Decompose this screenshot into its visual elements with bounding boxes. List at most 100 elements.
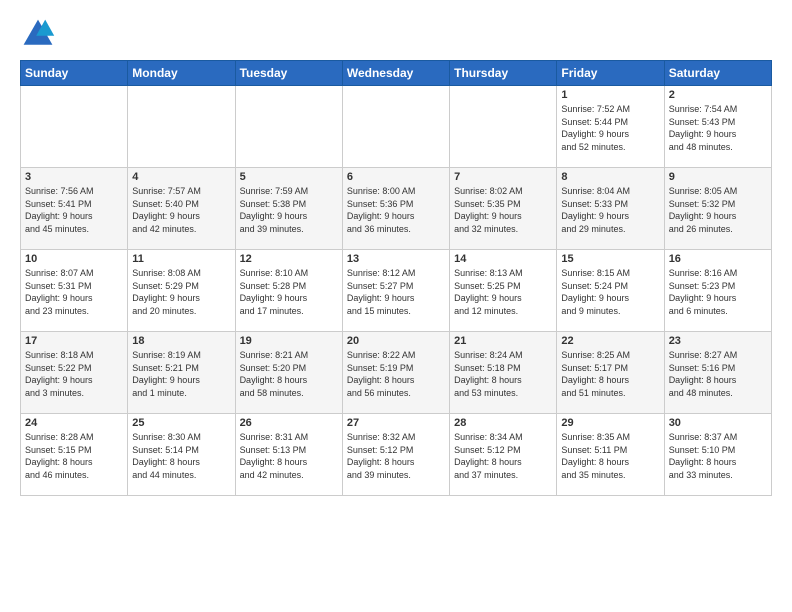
- calendar-cell: 25Sunrise: 8:30 AMSunset: 5:14 PMDayligh…: [128, 414, 235, 496]
- day-info: Sunrise: 8:31 AMSunset: 5:13 PMDaylight:…: [240, 431, 338, 481]
- day-info: Sunrise: 8:37 AMSunset: 5:10 PMDaylight:…: [669, 431, 767, 481]
- day-number: 29: [561, 417, 659, 429]
- calendar-cell: 2 Sunrise: 7:54 AMSunset: 5:43 PMDaylight…: [664, 86, 771, 168]
- calendar-cell: [342, 86, 449, 168]
- calendar-day-header: Wednesday: [342, 61, 449, 86]
- logo: [20, 16, 62, 52]
- calendar-cell: 17 Sunrise: 8:18 AMSunset: 5:22 PMDayligh…: [21, 332, 128, 414]
- calendar-day-header: Sunday: [21, 61, 128, 86]
- calendar-cell: 22 Sunrise: 8:25 AMSunset: 5:17 PMDayligh…: [557, 332, 664, 414]
- page: SundayMondayTuesdayWednesdayThursdayFrid…: [0, 0, 792, 612]
- day-info: Sunrise: 8:02 AMSunset: 5:35 PMDaylight:…: [454, 185, 552, 235]
- calendar-cell: 8 Sunrise: 8:04 AMSunset: 5:33 PMDaylight…: [557, 168, 664, 250]
- day-info: Sunrise: 8:34 AMSunset: 5:12 PMDaylight:…: [454, 431, 552, 481]
- day-info: Sunrise: 8:18 AMSunset: 5:22 PMDaylight:…: [25, 349, 123, 399]
- day-info: Sunrise: 8:24 AMSunset: 5:18 PMDaylight:…: [454, 349, 552, 399]
- day-info: Sunrise: 8:22 AMSunset: 5:19 PMDaylight:…: [347, 349, 445, 399]
- calendar-cell: 5 Sunrise: 7:59 AMSunset: 5:38 PMDaylight…: [235, 168, 342, 250]
- day-info: Sunrise: 8:10 AMSunset: 5:28 PMDaylight:…: [240, 267, 338, 317]
- day-number: 8: [561, 171, 659, 183]
- calendar-cell: 6 Sunrise: 8:00 AMSunset: 5:36 PMDaylight…: [342, 168, 449, 250]
- day-number: 22: [561, 335, 659, 347]
- day-number: 19: [240, 335, 338, 347]
- day-number: 23: [669, 335, 767, 347]
- day-number: 26: [240, 417, 338, 429]
- day-number: 10: [25, 253, 123, 265]
- calendar-header-row: SundayMondayTuesdayWednesdayThursdayFrid…: [21, 61, 772, 86]
- calendar-cell: 19 Sunrise: 8:21 AMSunset: 5:20 PMDayligh…: [235, 332, 342, 414]
- calendar-cell: 28 Sunrise: 8:34 AMSunset: 5:12 PMDayligh…: [450, 414, 557, 496]
- day-info: Sunrise: 7:56 AMSunset: 5:41 PMDaylight:…: [25, 185, 123, 235]
- day-number: 16: [669, 253, 767, 265]
- day-info: Sunrise: 8:08 AMSunset: 5:29 PMDaylight:…: [132, 267, 230, 317]
- day-number: 30: [669, 417, 767, 429]
- calendar-cell: [128, 86, 235, 168]
- day-number: 18: [132, 335, 230, 347]
- calendar-cell: 21 Sunrise: 8:24 AMSunset: 5:18 PMDayligh…: [450, 332, 557, 414]
- calendar-cell: 9 Sunrise: 8:05 AMSunset: 5:32 PMDaylight…: [664, 168, 771, 250]
- day-info: Sunrise: 8:12 AMSunset: 5:27 PMDaylight:…: [347, 267, 445, 317]
- calendar-day-header: Saturday: [664, 61, 771, 86]
- day-info: Sunrise: 8:21 AMSunset: 5:20 PMDaylight:…: [240, 349, 338, 399]
- calendar-cell: 7 Sunrise: 8:02 AMSunset: 5:35 PMDaylight…: [450, 168, 557, 250]
- calendar-cell: 23 Sunrise: 8:27 AMSunset: 5:16 PMDayligh…: [664, 332, 771, 414]
- day-number: 11: [132, 253, 230, 265]
- day-info: Sunrise: 7:54 AMSunset: 5:43 PMDaylight:…: [669, 103, 767, 153]
- calendar-cell: 11 Sunrise: 8:08 AMSunset: 5:29 PMDayligh…: [128, 250, 235, 332]
- day-info: Sunrise: 8:35 AMSunset: 5:11 PMDaylight:…: [561, 431, 659, 481]
- day-number: 24: [25, 417, 123, 429]
- day-info: Sunrise: 8:16 AMSunset: 5:23 PMDaylight:…: [669, 267, 767, 317]
- calendar-day-header: Thursday: [450, 61, 557, 86]
- calendar-cell: 15Sunrise: 8:15 AMSunset: 5:24 PMDayligh…: [557, 250, 664, 332]
- calendar-cell: 4Sunrise: 7:57 AMSunset: 5:40 PMDaylight…: [128, 168, 235, 250]
- calendar-cell: 26 Sunrise: 8:31 AMSunset: 5:13 PMDayligh…: [235, 414, 342, 496]
- calendar-day-header: Tuesday: [235, 61, 342, 86]
- calendar-day-header: Friday: [557, 61, 664, 86]
- calendar-cell: 24 Sunrise: 8:28 AMSunset: 5:15 PMDayligh…: [21, 414, 128, 496]
- day-number: 1: [561, 89, 659, 101]
- day-number: 4: [132, 171, 230, 183]
- calendar-cell: 1 Sunrise: 7:52 AMSunset: 5:44 PMDaylight…: [557, 86, 664, 168]
- day-info: Sunrise: 8:19 AMSunset: 5:21 PMDaylight:…: [132, 349, 230, 399]
- calendar-table: SundayMondayTuesdayWednesdayThursdayFrid…: [20, 60, 772, 496]
- day-number: 21: [454, 335, 552, 347]
- calendar-cell: 18 Sunrise: 8:19 AMSunset: 5:21 PMDayligh…: [128, 332, 235, 414]
- day-number: 15: [561, 253, 659, 265]
- day-info: Sunrise: 8:28 AMSunset: 5:15 PMDaylight:…: [25, 431, 123, 481]
- header: [20, 16, 772, 52]
- day-info: Sunrise: 7:59 AMSunset: 5:38 PMDaylight:…: [240, 185, 338, 235]
- calendar-week-row: 24 Sunrise: 8:28 AMSunset: 5:15 PMDayligh…: [21, 414, 772, 496]
- day-number: 6: [347, 171, 445, 183]
- day-number: 14: [454, 253, 552, 265]
- day-info: Sunrise: 7:52 AMSunset: 5:44 PMDaylight:…: [561, 103, 659, 153]
- calendar-week-row: 1 Sunrise: 7:52 AMSunset: 5:44 PMDaylight…: [21, 86, 772, 168]
- day-number: 27: [347, 417, 445, 429]
- calendar-week-row: 17 Sunrise: 8:18 AMSunset: 5:22 PMDayligh…: [21, 332, 772, 414]
- day-info: Sunrise: 8:32 AMSunset: 5:12 PMDaylight:…: [347, 431, 445, 481]
- calendar-cell: [21, 86, 128, 168]
- day-number: 5: [240, 171, 338, 183]
- day-number: 13: [347, 253, 445, 265]
- calendar-cell: 29 Sunrise: 8:35 AMSunset: 5:11 PMDayligh…: [557, 414, 664, 496]
- day-number: 7: [454, 171, 552, 183]
- day-number: 28: [454, 417, 552, 429]
- day-number: 2: [669, 89, 767, 101]
- day-info: Sunrise: 8:25 AMSunset: 5:17 PMDaylight:…: [561, 349, 659, 399]
- day-info: Sunrise: 8:00 AMSunset: 5:36 PMDaylight:…: [347, 185, 445, 235]
- day-number: 17: [25, 335, 123, 347]
- day-info: Sunrise: 8:05 AMSunset: 5:32 PMDaylight:…: [669, 185, 767, 235]
- day-info: Sunrise: 8:04 AMSunset: 5:33 PMDaylight:…: [561, 185, 659, 235]
- calendar-day-header: Monday: [128, 61, 235, 86]
- day-info: Sunrise: 8:07 AMSunset: 5:31 PMDaylight:…: [25, 267, 123, 317]
- day-number: 9: [669, 171, 767, 183]
- calendar-cell: 16 Sunrise: 8:16 AMSunset: 5:23 PMDayligh…: [664, 250, 771, 332]
- day-info: Sunrise: 8:13 AMSunset: 5:25 PMDaylight:…: [454, 267, 552, 317]
- day-info: Sunrise: 8:27 AMSunset: 5:16 PMDaylight:…: [669, 349, 767, 399]
- calendar-cell: 12 Sunrise: 8:10 AMSunset: 5:28 PMDayligh…: [235, 250, 342, 332]
- calendar-cell: 20Sunrise: 8:22 AMSunset: 5:19 PMDayligh…: [342, 332, 449, 414]
- calendar-cell: 13 Sunrise: 8:12 AMSunset: 5:27 PMDayligh…: [342, 250, 449, 332]
- calendar-cell: 30 Sunrise: 8:37 AMSunset: 5:10 PMDayligh…: [664, 414, 771, 496]
- day-number: 12: [240, 253, 338, 265]
- day-number: 25: [132, 417, 230, 429]
- calendar-cell: 10 Sunrise: 8:07 AMSunset: 5:31 PMDayligh…: [21, 250, 128, 332]
